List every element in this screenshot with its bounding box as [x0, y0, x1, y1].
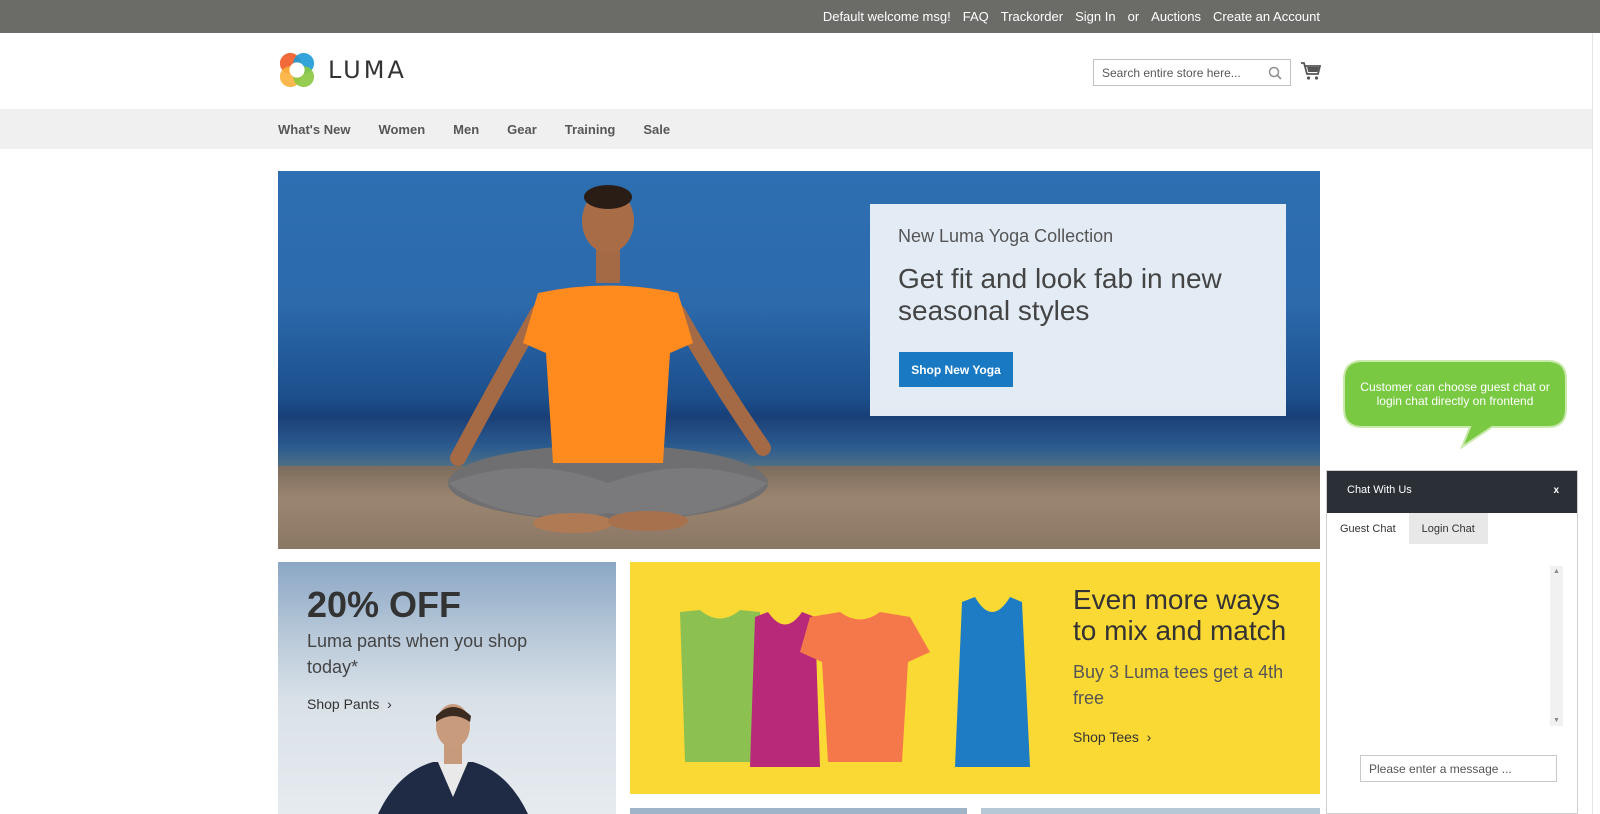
- tees-image: [680, 597, 1030, 767]
- arrow-up-icon[interactable]: ▲: [1553, 568, 1560, 575]
- logo-text: LUMA: [328, 56, 407, 84]
- nav-item-sale[interactable]: Sale: [643, 122, 670, 137]
- header: LUMA: [0, 33, 1600, 109]
- shop-pants-label: Shop Pants: [307, 696, 380, 712]
- shop-tees-label: Shop Tees: [1073, 729, 1139, 745]
- main-nav: What's New Women Men Gear Training Sale: [0, 109, 1600, 149]
- chat-messages: ▲ ▼: [1339, 566, 1563, 726]
- nav-item-whats-new[interactable]: What's New: [278, 122, 350, 137]
- pants-promo[interactable]: 20% OFF Luma pants when you shop today* …: [278, 562, 616, 814]
- nav-item-training[interactable]: Training: [565, 122, 616, 137]
- tab-guest-chat[interactable]: Guest Chat: [1327, 513, 1409, 544]
- search-input[interactable]: [1094, 60, 1262, 85]
- callout-text: Customer can choose guest chat or login …: [1360, 380, 1550, 408]
- nav-item-men[interactable]: Men: [453, 122, 479, 137]
- close-icon[interactable]: x: [1553, 485, 1559, 496]
- chat-tabs: Guest Chat Login Chat: [1327, 513, 1488, 544]
- nav-item-women[interactable]: Women: [378, 122, 425, 137]
- or-text: or: [1127, 9, 1140, 24]
- page-scrollbar[interactable]: [1592, 33, 1600, 814]
- hero-subtitle: New Luma Yoga Collection: [898, 226, 1114, 246]
- auctions-link[interactable]: Auctions: [1151, 9, 1201, 24]
- search-icon[interactable]: [1268, 66, 1282, 80]
- tab-login-chat[interactable]: Login Chat: [1408, 513, 1488, 544]
- top-links: Default welcome msg! FAQ Trackorder Sign…: [823, 0, 1320, 33]
- shop-tees-link[interactable]: Shop Tees ›: [1073, 729, 1151, 745]
- hero-banner[interactable]: New Luma Yoga Collection Get fit and loo…: [278, 171, 1320, 549]
- welcome-message: Default welcome msg!: [822, 9, 951, 24]
- chat-message-input[interactable]: [1360, 755, 1557, 782]
- chat-title: Chat With Us: [1347, 484, 1412, 496]
- search-box: [1093, 59, 1291, 86]
- tees-headline: Even more ways to mix and match: [1073, 584, 1287, 646]
- shop-new-yoga-button[interactable]: Shop New Yoga: [899, 352, 1013, 387]
- chat-header: Chat With Us x: [1327, 471, 1577, 513]
- pants-headline: 20% OFF: [307, 584, 462, 625]
- pants-text: Luma pants when you shop today*: [307, 631, 528, 677]
- arrow-down-icon[interactable]: ▼: [1553, 717, 1560, 724]
- tees-text: Buy 3 Luma tees get a 4th free: [1073, 662, 1284, 708]
- promo-image-strip: [981, 808, 1320, 814]
- luma-logo-icon: [279, 52, 315, 88]
- cart-icon[interactable]: [1300, 61, 1322, 81]
- man-model-image: [378, 704, 528, 814]
- faq-link[interactable]: FAQ: [963, 9, 989, 24]
- create-account-link[interactable]: Create an Account: [1213, 9, 1320, 24]
- top-bar: Default welcome msg! FAQ Trackorder Sign…: [0, 0, 1600, 33]
- promo-image-strip: [630, 808, 967, 814]
- hero-title: Get fit and look fab in new seasonal sty…: [898, 263, 1222, 326]
- yoga-woman-image: [448, 185, 771, 533]
- sign-in-link[interactable]: Sign In: [1075, 9, 1115, 24]
- tees-promo[interactable]: Even more ways to mix and match Buy 3 Lu…: [630, 562, 1320, 794]
- chat-widget: Chat With Us x Guest Chat Login Chat ▲ ▼: [1326, 470, 1578, 814]
- nav-item-gear[interactable]: Gear: [507, 122, 537, 137]
- hero-card: New Luma Yoga Collection Get fit and loo…: [870, 204, 1286, 416]
- logo[interactable]: LUMA: [278, 51, 407, 89]
- trackorder-link[interactable]: Trackorder: [1001, 9, 1063, 24]
- chat-scrollbar[interactable]: ▲ ▼: [1550, 566, 1563, 726]
- chevron-right-icon: ›: [1142, 729, 1152, 745]
